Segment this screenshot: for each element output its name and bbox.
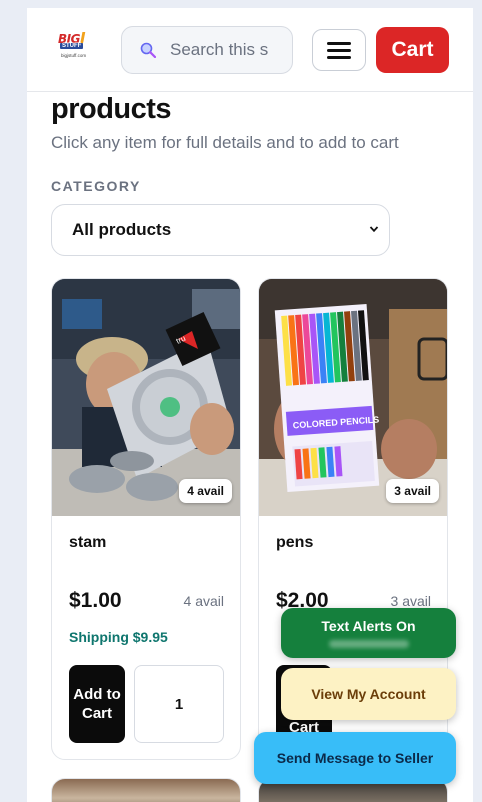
cart-button[interactable]: Cart <box>376 27 449 73</box>
product-name[interactable]: stam <box>69 534 106 552</box>
availability-text: 3 avail <box>390 593 431 609</box>
availability-badge: 4 avail <box>179 479 232 503</box>
hamburger-icon-line <box>327 55 351 59</box>
logo-url-text: bigjstuff.com <box>61 53 87 58</box>
blurred-phone-number <box>328 640 409 648</box>
quantity-input[interactable]: 1 <box>134 665 224 743</box>
availability-badge: 3 avail <box>386 479 439 503</box>
shipping-cost: Shipping $9.95 <box>69 629 168 645</box>
search-box[interactable] <box>121 26 293 74</box>
product-image[interactable]: COLORED PENCILS 3 avail <box>259 279 447 516</box>
page-title: products <box>51 93 172 125</box>
availability-text: 4 avail <box>183 593 224 609</box>
hamburger-icon-line <box>327 48 351 52</box>
category-label: CATEGORY <box>51 178 141 194</box>
menu-button[interactable] <box>312 29 366 71</box>
view-account-button[interactable]: View My Account <box>281 668 456 720</box>
product-image[interactable]: tru 4 avail <box>52 279 240 516</box>
product-name[interactable]: pens <box>276 534 313 552</box>
product-price: $1.00 <box>69 589 122 612</box>
message-seller-button[interactable]: Send Message to Seller <box>254 732 456 784</box>
text-alerts-button[interactable]: Text Alerts On <box>281 608 456 658</box>
product-card[interactable]: tru 4 avail stam $1.00 4 avail Shipping … <box>51 278 241 760</box>
chevron-down-icon <box>369 226 379 233</box>
hamburger-icon-line <box>327 41 351 45</box>
category-select[interactable]: All products <box>51 204 390 256</box>
text-alerts-label: Text Alerts On <box>321 618 416 634</box>
logo-stuff-text: STUFF <box>60 43 84 49</box>
search-input[interactable] <box>170 40 280 60</box>
add-to-cart-button[interactable]: Add to Cart <box>69 665 125 743</box>
product-card[interactable] <box>51 778 241 802</box>
header: BIGJ STUFF bigjstuff.com Cart <box>27 8 473 92</box>
search-icon <box>140 42 156 58</box>
page-subtitle: Click any item for full details and to a… <box>51 133 399 152</box>
category-select-value: All products <box>72 220 172 239</box>
store-logo[interactable]: BIGJ STUFF bigjstuff.com <box>55 28 99 64</box>
